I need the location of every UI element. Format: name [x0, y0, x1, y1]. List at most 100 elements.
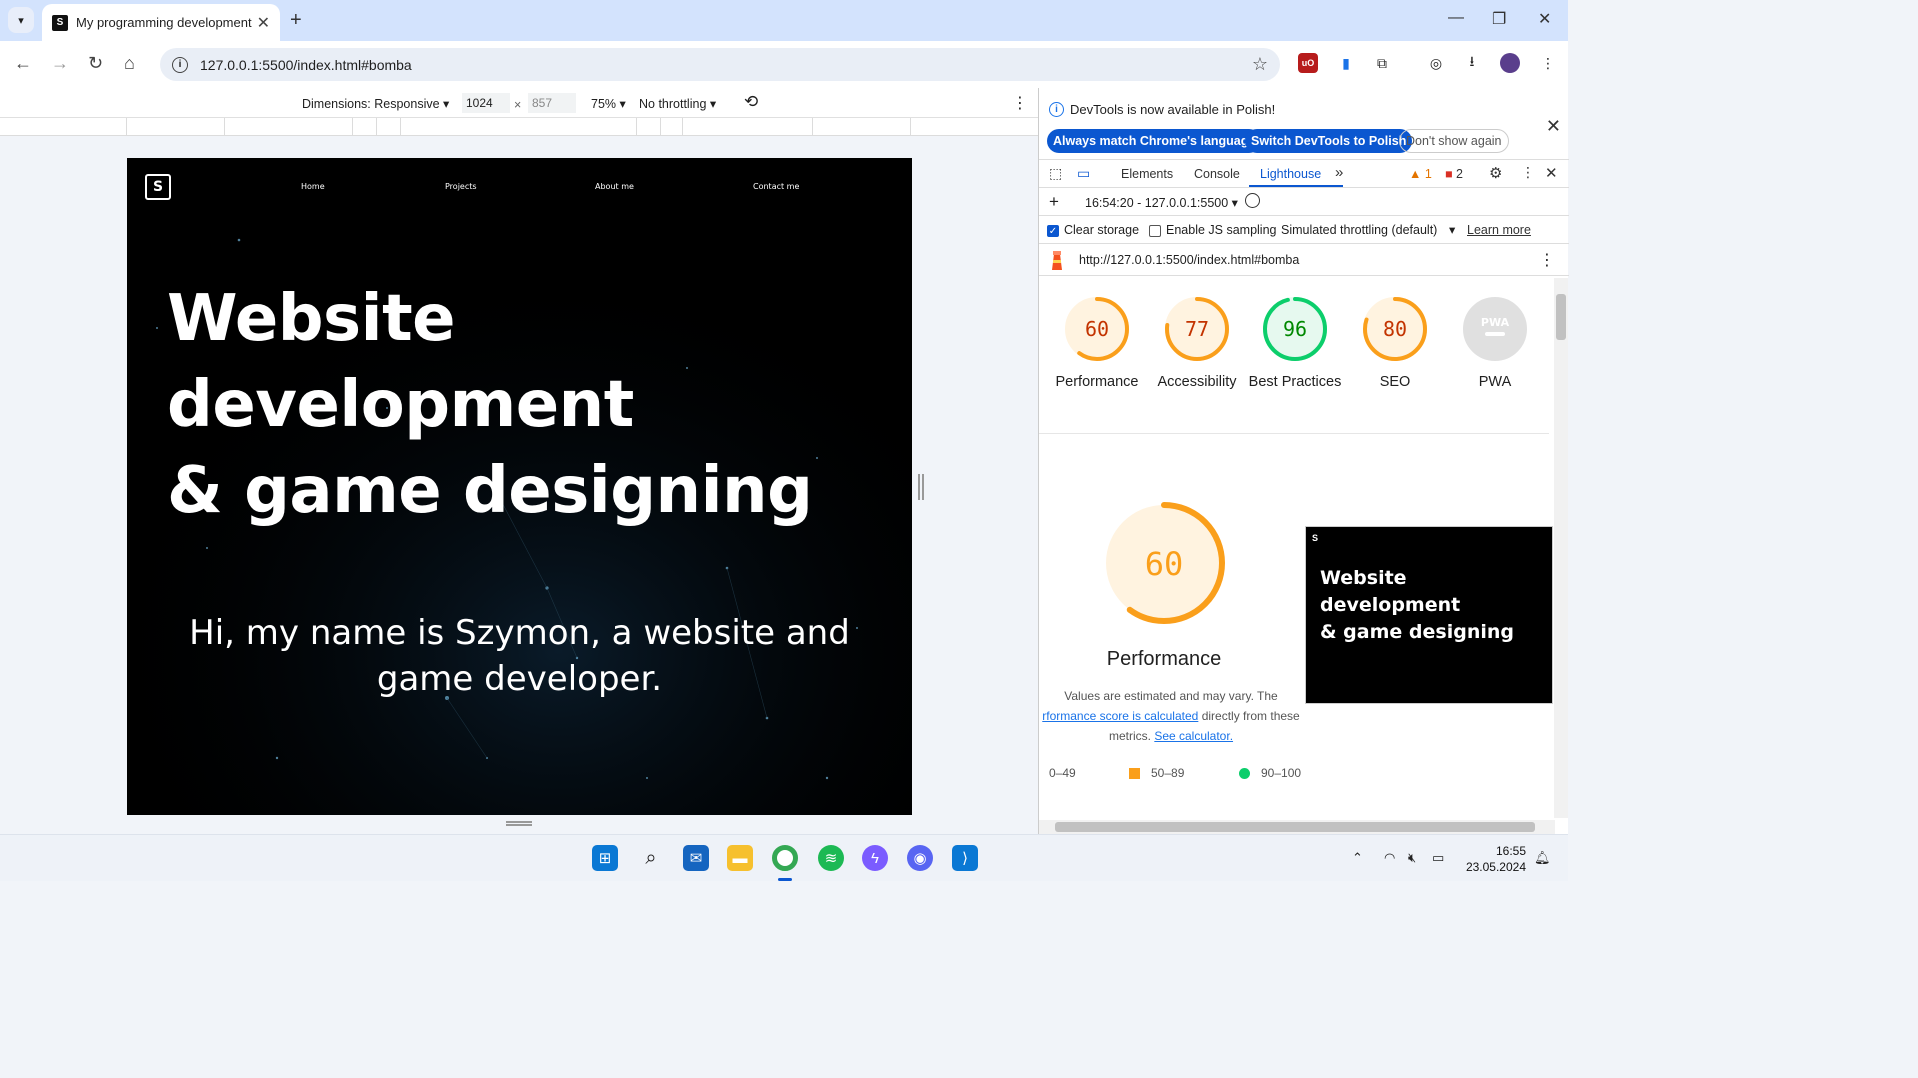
back-icon[interactable]: ←	[14, 53, 32, 74]
tab-close-icon[interactable]: ✕	[257, 13, 270, 33]
perf-desc-line-3: metrics. See calculator.	[1039, 726, 1303, 746]
home-icon[interactable]: ⌂	[124, 53, 135, 74]
new-report-icon[interactable]: +	[1049, 192, 1059, 212]
gauge-seo[interactable]: 80 SEO	[1345, 294, 1445, 392]
tab-lighthouse[interactable]: Lighthouse	[1260, 167, 1321, 181]
report-horizontal-scrollbar[interactable]	[1039, 820, 1555, 834]
zoom-select[interactable]: 75% ▾	[591, 96, 626, 111]
final-screenshot-thumbnail[interactable]: S Website development & game designing	[1305, 526, 1553, 704]
address-bar[interactable]: i 127.0.0.1:5500/index.html#bomba ☆	[160, 48, 1280, 81]
js-sampling-checkbox[interactable]: Enable JS sampling	[1149, 223, 1276, 237]
vertical-scroll-thumb[interactable]	[1556, 294, 1566, 340]
messenger-icon[interactable]: ϟ	[862, 845, 888, 871]
clear-reports-icon[interactable]	[1245, 193, 1260, 208]
devtools-close-icon[interactable]: ✕	[1545, 164, 1558, 182]
search-icon[interactable]: ⌕	[638, 845, 664, 871]
bottom-resize-handle[interactable]	[506, 821, 532, 826]
mail-icon[interactable]: ✉	[683, 845, 709, 871]
file-explorer-icon[interactable]: ▬	[727, 845, 753, 871]
extension-clip-icon[interactable]: ▮	[1336, 53, 1356, 73]
reload-icon[interactable]: ↻	[88, 53, 103, 74]
infobar-close-icon[interactable]: ✕	[1546, 116, 1561, 137]
window-close-icon[interactable]: ✕	[1538, 9, 1551, 29]
learn-more-link[interactable]: Learn more	[1467, 223, 1531, 237]
warnings-badge[interactable]: ▲ 1	[1409, 167, 1432, 181]
dont-show-button[interactable]: Don't show again	[1399, 129, 1509, 153]
start-windows-icon[interactable]: ⊞	[592, 845, 618, 871]
inspect-element-icon[interactable]: ⬚	[1049, 165, 1062, 182]
tab-console[interactable]: Console	[1194, 167, 1240, 181]
chrome-icon[interactable]	[772, 845, 798, 871]
nav-projects[interactable]: Projects	[445, 182, 477, 191]
see-calculator-link[interactable]: See calculator.	[1154, 729, 1233, 743]
nav-home[interactable]: Home	[301, 182, 325, 191]
tray-chevron-icon[interactable]: ⌃	[1352, 850, 1363, 866]
report-selector[interactable]: 16:54:20 - 127.0.0.1:5500 ▾	[1085, 195, 1238, 210]
device-toggle-icon[interactable]: ▭	[1077, 165, 1090, 182]
lighthouse-report-bar: + 16:54:20 - 127.0.0.1:5500 ▾	[1039, 188, 1569, 216]
rotate-icon[interactable]: ⟲	[744, 92, 758, 112]
performance-description: Values are estimated and may vary. The r…	[1039, 686, 1303, 746]
times-icon: ×	[514, 98, 522, 112]
gauge-pwa[interactable]: PWA PWA	[1445, 294, 1545, 392]
score-calculated-link[interactable]: rformance score is calculated	[1042, 709, 1198, 723]
minimize-icon[interactable]: —	[1448, 9, 1464, 27]
site-info-icon[interactable]: i	[172, 56, 188, 73]
gauge-performance[interactable]: 60 Performance	[1047, 294, 1147, 392]
perf-desc-metrics: metrics.	[1108, 729, 1151, 743]
device-more-icon[interactable]: ⋮	[1012, 93, 1028, 113]
vscode-icon[interactable]: ⟩	[952, 845, 978, 871]
thumb-logo: S	[1312, 533, 1319, 543]
gauge-best-practices[interactable]: 96 Best Practices	[1245, 294, 1345, 392]
discord-icon[interactable]: ◉	[907, 845, 933, 871]
legend-average: 50–89	[1151, 766, 1185, 780]
profile-avatar[interactable]	[1500, 53, 1520, 73]
devtools-menu-icon[interactable]: ⋮	[1521, 164, 1535, 181]
hero-line-2: & game designing	[167, 454, 813, 528]
extensions-puzzle-icon[interactable]: ⧉	[1372, 53, 1392, 73]
battery-icon[interactable]: ▭	[1432, 850, 1444, 866]
bookmark-star-icon[interactable]: ☆	[1252, 54, 1268, 75]
height-input[interactable]: 857	[528, 93, 576, 113]
more-tabs-icon[interactable]: »	[1335, 164, 1343, 181]
infobar-message: i DevTools is now available in Polish!	[1049, 102, 1275, 117]
width-input[interactable]: 1024	[462, 93, 510, 113]
tab-elements[interactable]: Elements	[1121, 167, 1173, 181]
dropdown-arrow-icon[interactable]: ▾	[1449, 222, 1455, 237]
gauge-accessibility[interactable]: 77 Accessibility	[1147, 294, 1247, 392]
throttling-select[interactable]: No throttling ▾	[639, 96, 716, 111]
notification-bell-icon[interactable]: 🔔︎	[1534, 850, 1551, 866]
site-favicon-icon: S	[52, 14, 68, 31]
system-clock[interactable]: 16:55 23.05.2024	[1466, 843, 1526, 875]
site-logo[interactable]: S	[145, 174, 171, 200]
restore-icon[interactable]: ❐	[1492, 9, 1506, 29]
switch-polish-button[interactable]: Switch DevTools to Polish	[1245, 129, 1413, 153]
devtools-tabs: ⬚ ▭ Elements Console Lighthouse » ▲ 1 ■ …	[1039, 160, 1569, 188]
report-menu-icon[interactable]: ⋮	[1539, 250, 1555, 270]
nav-contact[interactable]: Contact me	[753, 182, 799, 191]
new-tab-button[interactable]: +	[290, 9, 302, 32]
volume-muted-icon[interactable]: 🔇︎	[1408, 850, 1416, 866]
score-gauges: 60 Performance 77 Accessibility 96 Best Pract…	[1039, 278, 1549, 434]
media-query-ruler[interactable]	[0, 118, 1038, 136]
spotify-icon[interactable]: ≋	[818, 845, 844, 871]
tab-search-button[interactable]: ▾	[8, 7, 34, 33]
devtools-settings-icon[interactable]: ⚙	[1489, 164, 1502, 182]
report-vertical-scrollbar[interactable]	[1554, 278, 1568, 818]
throttling-mode-select[interactable]: Simulated throttling (default)	[1281, 223, 1437, 237]
chrome-menu-icon[interactable]: ⋮	[1538, 53, 1558, 73]
downloads-icon[interactable]: ⭳	[1462, 53, 1482, 73]
performance-icon[interactable]: ◎	[1426, 53, 1446, 73]
browser-tab[interactable]: S My programming development ✕	[42, 4, 280, 41]
report-selector-label: 16:54:20 - 127.0.0.1:5500	[1085, 196, 1229, 210]
wifi-icon[interactable]: ◠	[1384, 850, 1395, 866]
forward-icon[interactable]: →	[51, 53, 69, 74]
dimensions-select[interactable]: Dimensions: Responsive ▾	[302, 96, 449, 111]
clear-storage-checkbox[interactable]: ✓ Clear storage	[1047, 223, 1139, 237]
right-resize-handle[interactable]	[918, 474, 924, 500]
horizontal-scroll-thumb[interactable]	[1055, 822, 1535, 832]
errors-badge[interactable]: ■ 2	[1445, 167, 1463, 181]
match-language-button[interactable]: Always match Chrome's language	[1047, 129, 1262, 153]
nav-about[interactable]: About me	[595, 182, 634, 191]
ublock-icon[interactable]: uO	[1298, 53, 1318, 73]
